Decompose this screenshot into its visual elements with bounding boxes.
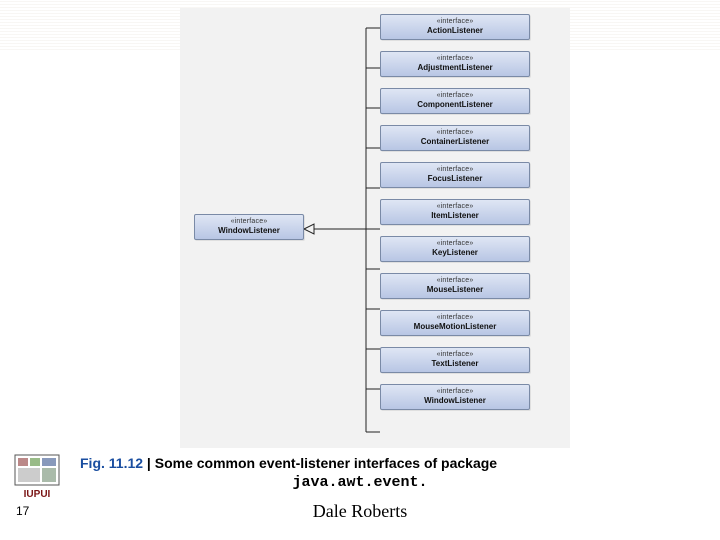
interface-box: «interface» ItemListener: [380, 199, 530, 225]
interface-name: WindowListener: [199, 226, 299, 236]
interface-name: ActionListener: [385, 26, 525, 36]
interface-name: MouseMotionListener: [385, 322, 525, 332]
interface-box: «interface» WindowListener: [194, 214, 304, 240]
stereotype-label: «interface»: [385, 91, 525, 100]
iupui-text: IUPUI: [24, 489, 51, 500]
stereotype-label: «interface»: [385, 276, 525, 285]
interface-box: «interface» MouseMotionListener: [380, 310, 530, 336]
caption-separator: |: [143, 455, 155, 471]
stereotype-label: «interface»: [385, 387, 525, 396]
stereotype-label: «interface»: [385, 54, 525, 63]
package-name: java.awt.event.: [0, 474, 720, 491]
interface-box: «interface» MouseListener: [380, 273, 530, 299]
interface-box: «interface» ComponentListener: [380, 88, 530, 114]
interface-name: ItemListener: [385, 211, 525, 221]
interface-name: ComponentListener: [385, 100, 525, 110]
stereotype-label: «interface»: [385, 202, 525, 211]
interface-box: «interface» AdjustmentListener: [380, 51, 530, 77]
iupui-logo-icon: IUPUI: [14, 454, 60, 500]
interface-name: TextListener: [385, 359, 525, 369]
interface-box: «interface» ActionListener: [380, 14, 530, 40]
figure-caption: Fig. 11.12 | Some common event-listener …: [80, 455, 700, 471]
child-interfaces-column: «interface» ActionListener «interface» A…: [380, 14, 550, 421]
interface-box: «interface» KeyListener: [380, 236, 530, 262]
stereotype-label: «interface»: [385, 128, 525, 137]
interface-name: ContainerListener: [385, 137, 525, 147]
stereotype-label: «interface»: [385, 165, 525, 174]
interface-box: «interface» TextListener: [380, 347, 530, 373]
interface-name: FocusListener: [385, 174, 525, 184]
stereotype-label: «interface»: [199, 217, 299, 226]
stereotype-label: «interface»: [385, 239, 525, 248]
interface-name: AdjustmentListener: [385, 63, 525, 73]
stereotype-label: «interface»: [385, 17, 525, 26]
interface-name: WindowListener: [385, 396, 525, 406]
stereotype-label: «interface»: [385, 350, 525, 359]
interface-name: MouseListener: [385, 285, 525, 295]
caption-text: Some common event-listener interfaces of…: [155, 455, 497, 471]
figure-number: Fig. 11.12: [80, 455, 143, 471]
interface-box: «interface» WindowListener: [380, 384, 530, 410]
uml-diagram-panel: «interface» WindowListener «interface» A…: [180, 8, 570, 448]
stereotype-label: «interface»: [385, 313, 525, 322]
parent-interface-box: «interface» WindowListener: [194, 214, 304, 244]
interface-box: «interface» ContainerListener: [380, 125, 530, 151]
interface-box: «interface» FocusListener: [380, 162, 530, 188]
interface-name: KeyListener: [385, 248, 525, 258]
author-name: Dale Roberts: [0, 501, 720, 522]
